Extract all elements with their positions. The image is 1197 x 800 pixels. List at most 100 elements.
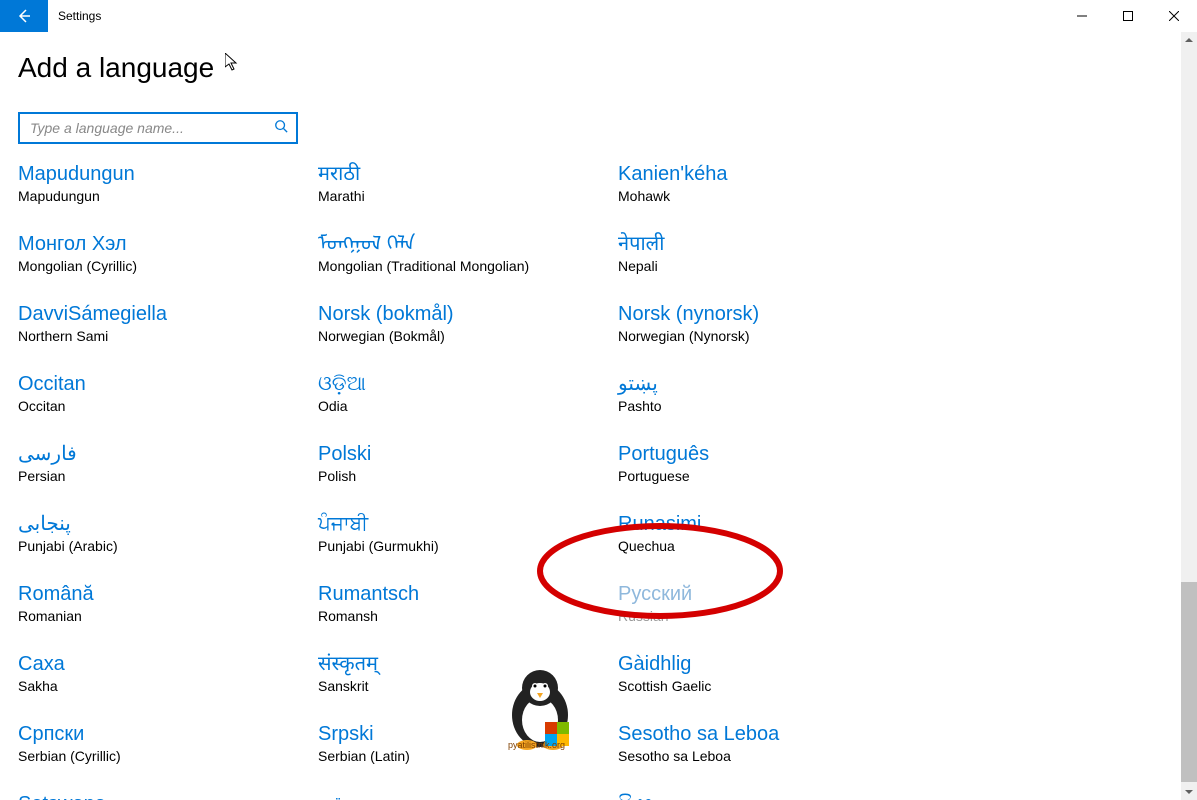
scrollbar-thumb[interactable] <box>1181 582 1197 782</box>
language-native-name: پښتو <box>618 372 918 396</box>
language-english-name: Punjabi (Arabic) <box>18 538 318 554</box>
language-item[interactable]: Română Romanian <box>18 582 318 624</box>
language-english-name: Marathi <box>318 188 618 204</box>
scrollbar-track[interactable] <box>1181 32 1197 800</box>
language-native-name: ᠮᠣᠩᠭᠤᠯ ᠬᠡᠯᠡ <box>318 232 618 256</box>
language-native-name: Română <box>18 582 318 606</box>
language-native-name: DavviSámegiella <box>18 302 318 326</box>
language-english-name: Polish <box>318 468 618 484</box>
content-area: Add a language Mapudungun Mapudungunमराठी… <box>0 32 1197 800</box>
language-native-name: Русский <box>618 582 918 606</box>
language-english-name: Mongolian (Traditional Mongolian) <box>318 258 618 274</box>
language-english-name: Serbian (Cyrillic) <box>18 748 318 764</box>
language-english-name: Serbian (Latin) <box>318 748 618 764</box>
language-native-name: Polski <box>318 442 618 466</box>
language-native-name: Rumantsch <box>318 582 618 606</box>
language-english-name: Scottish Gaelic <box>618 678 918 694</box>
language-native-name: Occitan <box>18 372 318 396</box>
language-native-name: Português <box>618 442 918 466</box>
language-native-name: فارسى <box>18 442 318 466</box>
language-item[interactable]: PortuguêsPortuguese <box>618 442 918 484</box>
language-native-name: Norsk (bokmål) <box>318 302 618 326</box>
language-item[interactable]: فارسى Persian <box>18 442 318 484</box>
language-item[interactable]: ᠮᠣᠩᠭᠤᠯ ᠬᠡᠯᠡ Mongolian (Traditional Mongol… <box>318 232 618 274</box>
language-native-name: Mapudungun <box>18 162 318 186</box>
language-native-name: मराठी <box>318 162 618 186</box>
language-english-name: Mongolian (Cyrillic) <box>18 258 318 274</box>
language-english-name: Odia <box>318 398 618 414</box>
language-item[interactable]: नेपाली Nepali <box>618 232 918 274</box>
language-item[interactable]: Sesotho sa LeboaSesotho sa Leboa <box>618 722 918 764</box>
language-native-name: Setswana <box>18 792 318 800</box>
close-button[interactable] <box>1151 0 1197 32</box>
language-item[interactable]: РусскийRussian <box>618 582 918 624</box>
minimize-button[interactable] <box>1059 0 1105 32</box>
language-item[interactable]: Setswana <box>18 792 318 800</box>
language-item[interactable]: پنجابی Punjabi (Arabic) <box>18 512 318 554</box>
language-item[interactable]: DavviSámegiella Northern Sami <box>18 302 318 344</box>
scroll-up-arrow-icon[interactable] <box>1181 32 1197 48</box>
language-native-name: नेपाली <box>618 232 918 256</box>
language-native-name: සිංහල <box>618 792 918 800</box>
language-item[interactable]: RumantschRomansh <box>318 582 618 624</box>
language-native-name: Монгол Хэл <box>18 232 318 256</box>
search-box[interactable] <box>18 112 298 144</box>
language-english-name: Mapudungun <box>18 188 318 204</box>
language-item[interactable]: Runasimi Quechua <box>618 512 918 554</box>
language-item[interactable]: سنڌي <box>318 792 618 800</box>
language-item[interactable]: SrpskiSerbian (Latin) <box>318 722 618 764</box>
back-button[interactable] <box>0 0 48 32</box>
language-english-name: Sakha <box>18 678 318 694</box>
language-english-name: Persian <box>18 468 318 484</box>
language-english-name: Norwegian (Nynorsk) <box>618 328 918 344</box>
language-item[interactable]: Norsk (nynorsk) Norwegian (Nynorsk) <box>618 302 918 344</box>
window-title: Settings <box>58 9 101 23</box>
language-item[interactable]: СрпскиSerbian (Cyrillic) <box>18 722 318 764</box>
titlebar: Settings <box>0 0 1197 32</box>
language-native-name: پنجابی <box>18 512 318 536</box>
back-arrow-icon <box>16 8 32 24</box>
language-native-name: Sesotho sa Leboa <box>618 722 918 746</box>
language-item[interactable]: ଓଡ଼ିଆ Odia <box>318 372 618 414</box>
language-item[interactable]: Саха Sakha <box>18 652 318 694</box>
language-native-name: Runasimi <box>618 512 918 536</box>
search-input[interactable] <box>30 120 274 136</box>
language-english-name: Occitan <box>18 398 318 414</box>
maximize-button[interactable] <box>1105 0 1151 32</box>
language-item[interactable]: Mapudungun Mapudungun <box>18 162 318 204</box>
language-english-name: Norwegian (Bokmål) <box>318 328 618 344</box>
language-english-name: Romanian <box>18 608 318 624</box>
language-native-name: سنڌي <box>318 792 618 800</box>
language-item[interactable]: Монгол Хэл Mongolian (Cyrillic) <box>18 232 318 274</box>
language-item[interactable]: پښتو Pashto <box>618 372 918 414</box>
language-english-name: Sanskrit <box>318 678 618 694</box>
language-native-name: Саха <box>18 652 318 676</box>
language-english-name: Quechua <box>618 538 918 554</box>
language-item[interactable]: मराठी Marathi <box>318 162 618 204</box>
scroll-down-arrow-icon[interactable] <box>1181 784 1197 800</box>
language-english-name: Pashto <box>618 398 918 414</box>
language-item[interactable]: GàidhligScottish Gaelic <box>618 652 918 694</box>
page-title: Add a language <box>18 52 1179 84</box>
minimize-icon <box>1077 11 1087 21</box>
maximize-icon <box>1123 11 1133 21</box>
language-item[interactable]: Polski Polish <box>318 442 618 484</box>
language-native-name: ਪੰਜਾਬੀ <box>318 512 618 536</box>
language-english-name: Mohawk <box>618 188 918 204</box>
language-native-name: संस्कृतम् <box>318 652 618 676</box>
language-item[interactable]: Kanien'kéhaMohawk <box>618 162 918 204</box>
language-item[interactable]: संस्कृतम् Sanskrit <box>318 652 618 694</box>
language-item[interactable]: Norsk (bokmål) Norwegian (Bokmål) <box>318 302 618 344</box>
close-icon <box>1169 11 1179 21</box>
language-item[interactable]: Occitan Occitan <box>18 372 318 414</box>
language-item[interactable]: සිංහල <box>618 792 918 800</box>
window-controls <box>1059 0 1197 32</box>
language-english-name: Northern Sami <box>18 328 318 344</box>
search-icon <box>274 119 288 138</box>
language-native-name: ଓଡ଼ିଆ <box>318 372 618 396</box>
language-english-name: Punjabi (Gurmukhi) <box>318 538 618 554</box>
language-item[interactable]: ਪੰਜਾਬੀ Punjabi (Gurmukhi) <box>318 512 618 554</box>
language-native-name: Norsk (nynorsk) <box>618 302 918 326</box>
language-english-name: Nepali <box>618 258 918 274</box>
language-grid: Mapudungun Mapudungunमराठी MarathiKanien'k… <box>18 162 1179 800</box>
